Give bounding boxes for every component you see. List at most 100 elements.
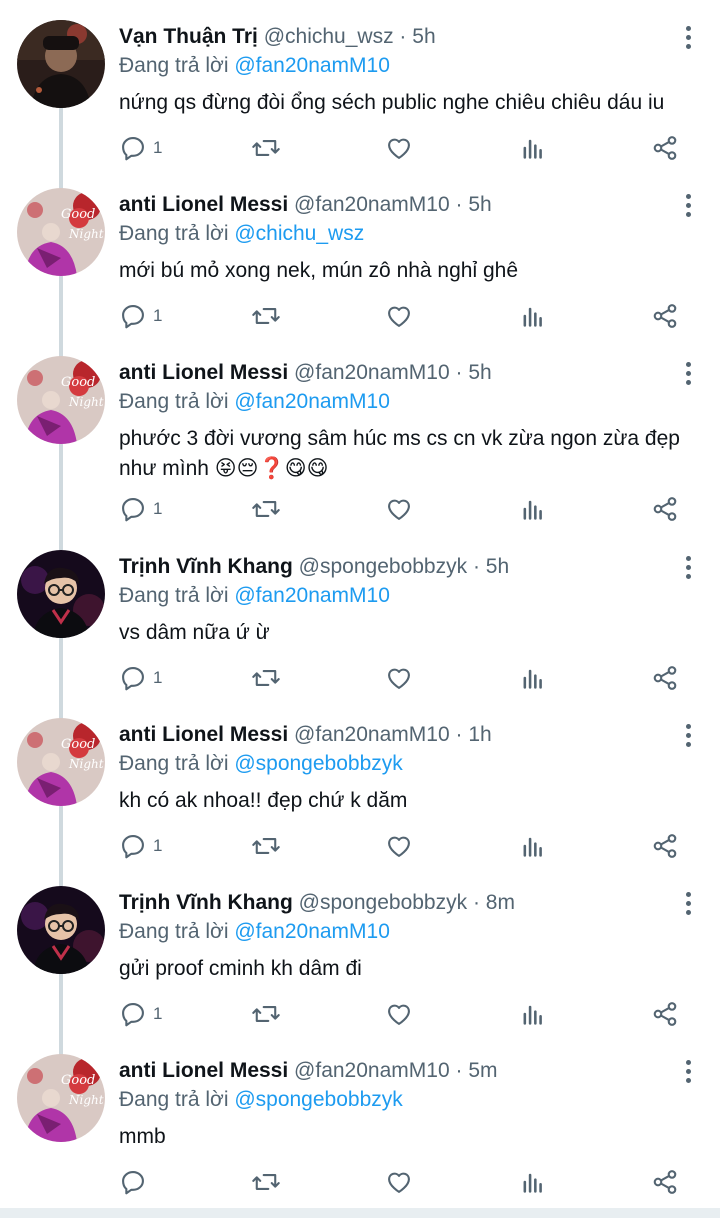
heart-icon xyxy=(388,499,410,520)
user-name[interactable]: anti Lionel Messi xyxy=(119,1059,288,1082)
avatar[interactable] xyxy=(17,886,105,974)
share-button[interactable] xyxy=(651,1167,679,1197)
reply-to-link[interactable]: @fan20namM10 xyxy=(234,390,390,413)
tweet[interactable]: Vạn Thuận Trị @chichu_wsz · 5h Đang trả … xyxy=(0,0,720,168)
avatar[interactable]: Good Night xyxy=(17,356,105,444)
retweet-button[interactable] xyxy=(251,301,281,331)
tweet-time[interactable]: 8m xyxy=(486,891,515,914)
more-vertical-icon[interactable] xyxy=(684,556,692,582)
like-button[interactable] xyxy=(385,1167,413,1197)
reply-to-link[interactable]: @spongebobbzyk xyxy=(234,752,402,775)
tweet[interactable]: Trịnh Vĩnh Khang @spongebobbzyk · 8m Đan… xyxy=(0,866,720,1034)
tweet-time[interactable]: 5h xyxy=(468,361,491,384)
share-button[interactable] xyxy=(651,999,679,1029)
user-handle[interactable]: @spongebobbzyk xyxy=(299,891,467,914)
reply-count: 1 xyxy=(153,668,163,687)
reply-prefix: Đang trả lời xyxy=(119,1088,229,1111)
stats-button[interactable] xyxy=(519,831,547,861)
reply-count: 1 xyxy=(153,306,163,325)
more-vertical-icon[interactable] xyxy=(684,1060,692,1086)
share-button[interactable] xyxy=(651,301,679,331)
avatar[interactable] xyxy=(17,20,105,108)
user-name[interactable]: anti Lionel Messi xyxy=(119,361,288,384)
like-button[interactable] xyxy=(385,494,413,524)
tweet-time[interactable]: 5m xyxy=(468,1059,497,1082)
user-name[interactable]: anti Lionel Messi xyxy=(119,193,288,216)
reply-prefix: Đang trả lời xyxy=(119,222,229,245)
tweet[interactable]: Good Night anti Lionel Messi @fan20namM10… xyxy=(0,336,720,528)
reply-to-link[interactable]: @fan20namM10 xyxy=(234,920,390,943)
reply-button[interactable]: 1 xyxy=(119,494,162,524)
user-handle[interactable]: @fan20namM10 xyxy=(294,361,450,384)
reply-to-link[interactable]: @fan20namM10 xyxy=(234,54,390,77)
retweet-button[interactable] xyxy=(251,1167,281,1197)
like-button[interactable] xyxy=(385,663,413,693)
reply-button[interactable]: 1 xyxy=(119,999,162,1029)
reply-button[interactable]: 1 xyxy=(119,663,162,693)
share-button[interactable] xyxy=(651,494,679,524)
tweet[interactable]: Trịnh Vĩnh Khang @spongebobbzyk · 5h Đan… xyxy=(0,530,720,698)
stats-button[interactable] xyxy=(519,663,547,693)
tweet-time[interactable]: 5h xyxy=(412,25,435,48)
tweet[interactable]: Good Night anti Lionel Messi @fan20namM10… xyxy=(0,1034,720,1208)
retweet-button[interactable] xyxy=(251,494,281,524)
retweet-button[interactable] xyxy=(251,999,281,1029)
reply-button[interactable]: 1 xyxy=(119,831,162,861)
tweet-time[interactable]: 5h xyxy=(486,555,509,578)
reply-context: Đang trả lời @fan20namM10 xyxy=(119,919,390,945)
reply-button[interactable]: 1 xyxy=(119,133,162,163)
user-handle[interactable]: @fan20namM10 xyxy=(294,193,450,216)
reply-button[interactable]: 1 xyxy=(119,301,162,331)
share-button[interactable] xyxy=(651,831,679,861)
more-vertical-icon[interactable] xyxy=(684,194,692,220)
like-button[interactable] xyxy=(385,999,413,1029)
stats-button[interactable] xyxy=(519,133,547,163)
reply-icon xyxy=(122,667,144,691)
like-button[interactable] xyxy=(385,133,413,163)
stats-button[interactable] xyxy=(519,494,547,524)
stats-button[interactable] xyxy=(519,301,547,331)
retweet-button[interactable] xyxy=(251,663,281,693)
reply-button[interactable] xyxy=(119,1167,153,1197)
like-button[interactable] xyxy=(385,831,413,861)
like-button[interactable] xyxy=(385,301,413,331)
more-vertical-icon[interactable] xyxy=(684,892,692,918)
user-name[interactable]: Vạn Thuận Trị xyxy=(119,25,258,48)
reply-count: 1 xyxy=(153,836,163,855)
user-name[interactable]: anti Lionel Messi xyxy=(119,723,288,746)
stats-button[interactable] xyxy=(519,999,547,1029)
retweet-icon xyxy=(252,1174,280,1190)
avatar[interactable]: Good Night xyxy=(17,188,105,276)
more-vertical-icon[interactable] xyxy=(684,724,692,750)
reply-prefix: Đang trả lời xyxy=(119,584,229,607)
user-handle[interactable]: @chichu_wsz xyxy=(264,25,394,48)
action-bar: 1 xyxy=(119,301,689,331)
stats-button[interactable] xyxy=(519,1167,547,1197)
stats-icon xyxy=(523,1005,542,1025)
avatar[interactable]: Good Night xyxy=(17,1054,105,1142)
avatar[interactable]: Good Night xyxy=(17,718,105,806)
more-vertical-icon[interactable] xyxy=(684,26,692,52)
tweet-time[interactable]: 5h xyxy=(468,193,491,216)
user-handle[interactable]: @spongebobbzyk xyxy=(299,555,467,578)
retweet-button[interactable] xyxy=(251,133,281,163)
user-name[interactable]: Trịnh Vĩnh Khang xyxy=(119,555,293,578)
reply-to-link[interactable]: @spongebobbzyk xyxy=(234,1088,402,1111)
reply-to-link[interactable]: @fan20namM10 xyxy=(234,584,390,607)
separator-dot: · xyxy=(455,361,463,384)
user-handle[interactable]: @fan20namM10 xyxy=(294,1059,450,1082)
more-vertical-icon[interactable] xyxy=(684,362,692,388)
reply-to-link[interactable]: @chichu_wsz xyxy=(234,222,364,245)
avatar[interactable] xyxy=(17,550,105,638)
share-button[interactable] xyxy=(651,663,679,693)
tweet[interactable]: Good Night anti Lionel Messi @fan20namM10… xyxy=(0,698,720,866)
separator-dot: · xyxy=(455,723,463,746)
user-name[interactable]: Trịnh Vĩnh Khang xyxy=(119,891,293,914)
share-icon xyxy=(653,666,677,690)
share-button[interactable] xyxy=(651,133,679,163)
tweet-time[interactable]: 1h xyxy=(468,723,491,746)
tweet[interactable]: Good Night anti Lionel Messi @fan20namM10… xyxy=(0,168,720,336)
retweet-icon xyxy=(252,838,280,854)
retweet-button[interactable] xyxy=(251,831,281,861)
user-handle[interactable]: @fan20namM10 xyxy=(294,723,450,746)
